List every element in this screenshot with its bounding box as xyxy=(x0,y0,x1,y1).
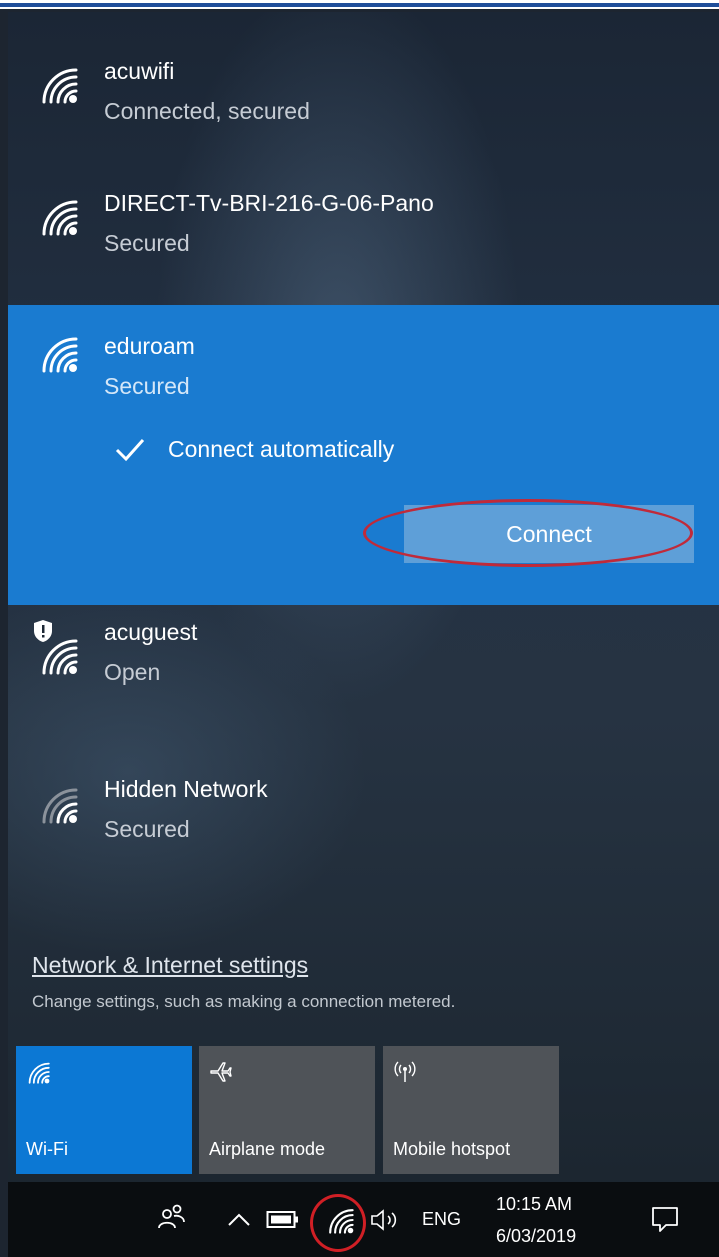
network-status: Connected, secured xyxy=(104,98,310,124)
network-settings-link[interactable]: Network & Internet settings xyxy=(32,952,308,979)
mobile-hotspot-tile[interactable]: Mobile hotspot xyxy=(383,1046,559,1174)
top-border xyxy=(0,0,719,9)
network-settings-description: Change settings, such as making a connec… xyxy=(32,992,456,1011)
airplane-icon xyxy=(210,1062,232,1082)
network-status: Secured xyxy=(104,816,190,842)
connect-automatically-label: Connect automatically xyxy=(168,435,395,462)
hotspot-icon xyxy=(394,1061,416,1082)
network-status: Secured xyxy=(104,230,190,256)
speaker-icon[interactable] xyxy=(370,1208,404,1232)
network-name: DIRECT-Tv-BRI-216-G-06-Pano xyxy=(104,190,434,216)
people-icon[interactable] xyxy=(156,1202,186,1232)
top-border-line xyxy=(0,3,719,7)
connect-button[interactable]: Connect xyxy=(404,505,694,563)
taskbar: ENG 10:15 AM 6/03/2019 xyxy=(8,1182,719,1257)
wifi-icon xyxy=(42,68,78,104)
network-item-eduroam[interactable]: eduroam Secured Connect automatically Co… xyxy=(8,305,719,605)
network-status: Secured xyxy=(104,373,190,399)
tile-label: Mobile hotspot xyxy=(393,1139,511,1159)
network-name: Hidden Network xyxy=(104,776,268,802)
tile-label: Airplane mode xyxy=(209,1139,326,1159)
chevron-up-icon[interactable] xyxy=(226,1210,252,1228)
clock-date[interactable]: 6/03/2019 xyxy=(496,1226,576,1247)
wifi-icon[interactable] xyxy=(326,1206,354,1234)
network-item-hidden[interactable]: Hidden Network Secured xyxy=(8,740,719,870)
tile-label: Wi-Fi xyxy=(26,1139,68,1159)
language-indicator[interactable]: ENG xyxy=(422,1209,461,1230)
checkmark-icon xyxy=(115,438,145,462)
network-name: acuguest xyxy=(104,619,198,645)
clock-time[interactable]: 10:15 AM xyxy=(496,1194,572,1215)
wifi-icon xyxy=(42,200,78,236)
airplane-mode-tile[interactable]: Airplane mode xyxy=(199,1046,375,1174)
wifi-tile[interactable]: Wi-Fi xyxy=(16,1046,192,1174)
wifi-icon xyxy=(42,337,78,373)
shield-icon xyxy=(34,620,52,642)
network-item-acuwifi[interactable]: acuwifi Connected, secured xyxy=(8,12,719,142)
battery-icon[interactable] xyxy=(266,1210,300,1230)
wifi-icon xyxy=(42,788,78,824)
network-status: Open xyxy=(104,659,161,685)
wifi-icon xyxy=(28,1062,50,1084)
network-item-direct[interactable]: DIRECT-Tv-BRI-216-G-06-Pano Secured xyxy=(8,142,719,305)
network-name: eduroam xyxy=(104,333,195,359)
connect-automatically-checkbox[interactable]: Connect automatically xyxy=(114,433,394,465)
network-flyout: acuwifi Connected, secured DIRECT-Tv-BRI… xyxy=(8,12,719,1182)
action-center-icon[interactable] xyxy=(650,1204,680,1234)
network-item-acuguest[interactable]: acuguest Open xyxy=(8,605,719,740)
network-name: acuwifi xyxy=(104,58,175,84)
